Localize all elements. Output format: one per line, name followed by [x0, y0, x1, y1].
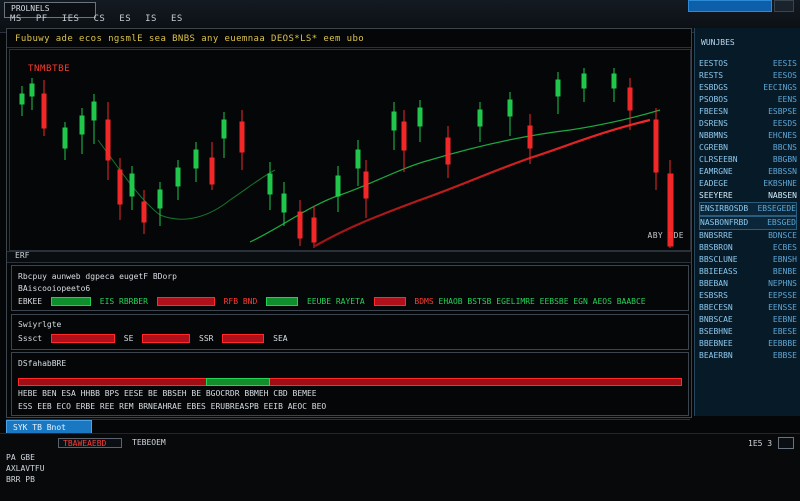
strip-label: ERF — [15, 251, 30, 260]
menu-item-cs[interactable]: CS — [93, 14, 105, 24]
sidebar-row-highlight[interactable]: SEEYERE NABSEN — [699, 190, 797, 202]
candles — [19, 68, 674, 248]
panel-1-row-3: EBKEE EIS RBRBER RFB BND EEUBE RAYETA BD… — [18, 297, 646, 306]
menu-item-es[interactable]: ES — [119, 14, 131, 24]
sidebar-row[interactable]: BEAERBN EBBSE — [699, 350, 797, 362]
sidebar-row[interactable]: BBECESN EENSSE — [699, 302, 797, 314]
sidebar-row[interactable]: DSRENS EESDS — [699, 118, 797, 130]
status-chip — [688, 0, 772, 12]
sidebar-row[interactable]: PSOBOS EENS — [699, 94, 797, 106]
sidebar-row-boxed[interactable]: ENSIRBOSDB EBSEGEDE — [699, 202, 797, 216]
panel-1-row-2: BAiscooiopeeto6 — [18, 284, 91, 293]
lower-list: PA GBE AXLAVTFU BRR PB — [6, 452, 45, 485]
sidebar-row[interactable]: BNBSRRE BDNSCE — [699, 230, 797, 242]
sidebar-rows: EESTOS EESIS RESTS EESOS ESBDGS EECINGS PSO… — [699, 58, 797, 362]
lower-list-item-2: AXLAVTFU — [6, 464, 45, 473]
panel-2-row-2: Sssct SE SSR SEA — [18, 334, 288, 343]
menu-item-ms[interactable]: MS — [10, 14, 22, 24]
panel-1-row-3-mid-red: RFB BND — [223, 297, 258, 306]
lower-close-icon[interactable] — [778, 437, 794, 449]
panel-3-heat-row — [18, 378, 682, 386]
menu-item-es2[interactable]: ES — [171, 14, 183, 24]
panel-1-row-3-mid-green: EIS RBRBER — [99, 297, 148, 306]
sidebar-row[interactable]: BNBSCAE EEBNE — [699, 314, 797, 326]
panel-2-item-a: Sssct — [18, 334, 43, 343]
menu-item-pf[interactable]: PF — [36, 14, 48, 24]
panel-1-row-3-right-green: EEUBE RAYETA — [306, 297, 365, 306]
panel-1-row-3-right-red: BDMS — [414, 297, 434, 306]
panel-3-row-2: HEBE BEN ESA HHBB BPS EESE BE BBSEH BE B… — [18, 389, 317, 398]
panel-2-item-b: SE — [123, 334, 134, 343]
panel-2-red-bar-2 — [142, 334, 191, 343]
sidebar-row[interactable]: NBBMNS EHCNES — [699, 130, 797, 142]
lower-right-readout: 1E5 3 — [748, 439, 773, 448]
menu-item-ies[interactable]: IES — [62, 14, 80, 24]
app-title: PROLNELS — [11, 4, 50, 13]
panel-3-row-3: ESS EEB ECO ERBE REE REM BRNEAHRAE EBES … — [18, 402, 327, 411]
panel-1-green-bar-2 — [266, 297, 299, 306]
sidebar-row[interactable]: ESBSRS EEPSSE — [699, 290, 797, 302]
sidebar-row[interactable]: BSEBHNE EBESE — [699, 326, 797, 338]
sidebar-row[interactable]: ESBDGS EECINGS — [699, 82, 797, 94]
panel-3-row-1: DSfahabBRE — [18, 359, 67, 368]
panel-2-item-d: SEA — [273, 334, 288, 343]
panel-2-item-c: SSR — [199, 334, 214, 343]
section-strip: ERF — [7, 251, 691, 263]
lower-area: TBAWEAEBD TEBEOEM 1E5 3 PA GBE AXLAVTFU … — [0, 433, 800, 501]
chart-svg — [19, 68, 674, 248]
sidebar-row[interactable]: BBSBRON ECBES — [699, 242, 797, 254]
bottom-tabs: SYK TB Bnot — [6, 419, 690, 436]
sidebar-row[interactable]: BBSCLUNE EBNSH — [699, 254, 797, 266]
sidebar-row[interactable]: CLRSEEBN BBGBN — [699, 154, 797, 166]
main-menu: MS PF IES CS ES IS ES — [10, 14, 183, 24]
panel-3-heat-bar — [18, 378, 682, 386]
chart-ticker: Fubuwy ade ecos ngsmlE sea BNBS any euem… — [15, 34, 365, 44]
moving-average-green-left — [97, 139, 276, 220]
panel-2-red-bar-3 — [222, 334, 265, 343]
lower-list-item-1: PA GBE — [6, 453, 35, 462]
panel-1-row-3-far-right: EHAOB BSTSB EGELIMRE EEBSBE EGN AEOS BAA… — [438, 297, 646, 306]
sidebar-row[interactable]: BBIEEASS BENBE — [699, 266, 797, 278]
panel-2: Swiyrlgte Sssct SE SSR SEA — [11, 314, 689, 350]
sidebar-row[interactable]: FBEESN ESBPSE — [699, 106, 797, 118]
right-sidebar: WUNJBES EESTOS EESIS RESTS EESOS ESBDGS EEC… — [694, 28, 800, 416]
lower-tab-1[interactable]: TBAWEAEBD — [58, 438, 122, 448]
sidebar-row[interactable]: BBEBNEE EEBBBE — [699, 338, 797, 350]
sidebar-title: WUNJBES — [701, 38, 735, 47]
sidebar-row[interactable]: RESTS EESOS — [699, 70, 797, 82]
window-control[interactable] — [774, 0, 794, 12]
sidebar-row[interactable]: EADEGE EKBSHNE — [699, 178, 797, 190]
panel-3-heat-green — [206, 378, 270, 386]
panel-1-red-bar-2 — [373, 297, 406, 306]
sidebar-row[interactable]: CGREBN BBCNS — [699, 142, 797, 154]
sidebar-row[interactable]: EESTOS EESIS — [699, 58, 797, 70]
panel-3: DSfahabBRE HEBE BEN ESA HHBB BPS EESE BE… — [11, 352, 689, 416]
lower-list-item-3: BRR PB — [6, 475, 35, 484]
panel-1-row-1: Rbcpuy aunweb dgpeca eugetF BDorp — [18, 272, 177, 281]
panel-1-green-bar — [50, 297, 91, 306]
menu-item-is[interactable]: IS — [145, 14, 157, 24]
main-panel: Fubuwy ade ecos ngsmlE sea BNBS any euem… — [6, 28, 692, 418]
panel-2-row-1: Swiyrlgte — [18, 320, 62, 329]
panel-2-red-bar-1 — [50, 334, 115, 343]
panel-1-row-3-left: EBKEE — [18, 297, 43, 306]
chart-header: Fubuwy ade ecos ngsmlE sea BNBS any euem… — [7, 29, 691, 48]
lower-tab-2[interactable]: TEBEOEM — [132, 438, 182, 448]
panel-1: Rbcpuy aunweb dgpeca eugetF BDorp BAisco… — [11, 265, 689, 311]
sidebar-row-boxed[interactable]: NASBONFRBD EBSGED — [699, 216, 797, 230]
sidebar-row[interactable]: BBEBAN NEPHNS — [699, 278, 797, 290]
price-chart[interactable]: TNMBTBE ABY BDE — [9, 49, 691, 251]
panel-1-red-bar — [156, 297, 215, 306]
sidebar-row[interactable]: EAMRGNE EBBSSN — [699, 166, 797, 178]
